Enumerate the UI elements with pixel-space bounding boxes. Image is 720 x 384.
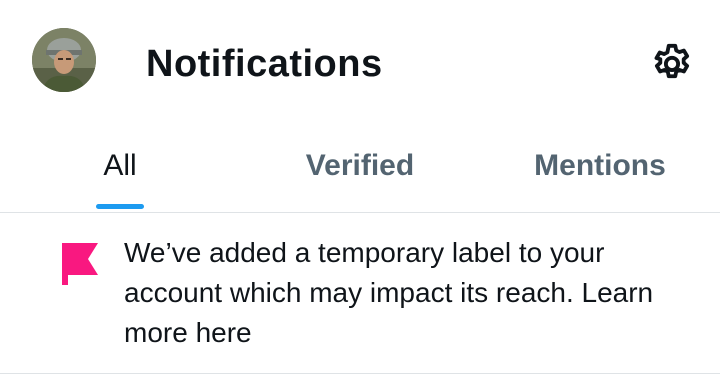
- tab-mentions[interactable]: Mentions: [510, 130, 690, 212]
- settings-button[interactable]: [648, 40, 696, 88]
- notice-message: We’ve added a temporary label to your ac…: [124, 237, 654, 348]
- flag-icon: [58, 239, 102, 285]
- tab-label: Mentions: [534, 149, 666, 182]
- active-tab-indicator: [96, 204, 144, 209]
- avatar-image: [32, 28, 96, 92]
- profile-avatar[interactable]: [32, 28, 96, 92]
- tab-label: All: [103, 149, 137, 182]
- tab-label: Verified: [305, 149, 415, 182]
- tab-all[interactable]: All: [60, 130, 180, 212]
- page-title: Notifications: [146, 43, 383, 85]
- account-label-notice[interactable]: We’ve added a temporary label to your ac…: [0, 213, 720, 374]
- notifications-header: Notifications: [0, 0, 720, 130]
- gear-icon: [654, 43, 690, 79]
- tab-verified[interactable]: Verified: [270, 130, 450, 212]
- notification-tabs: All Verified Mentions: [0, 130, 720, 213]
